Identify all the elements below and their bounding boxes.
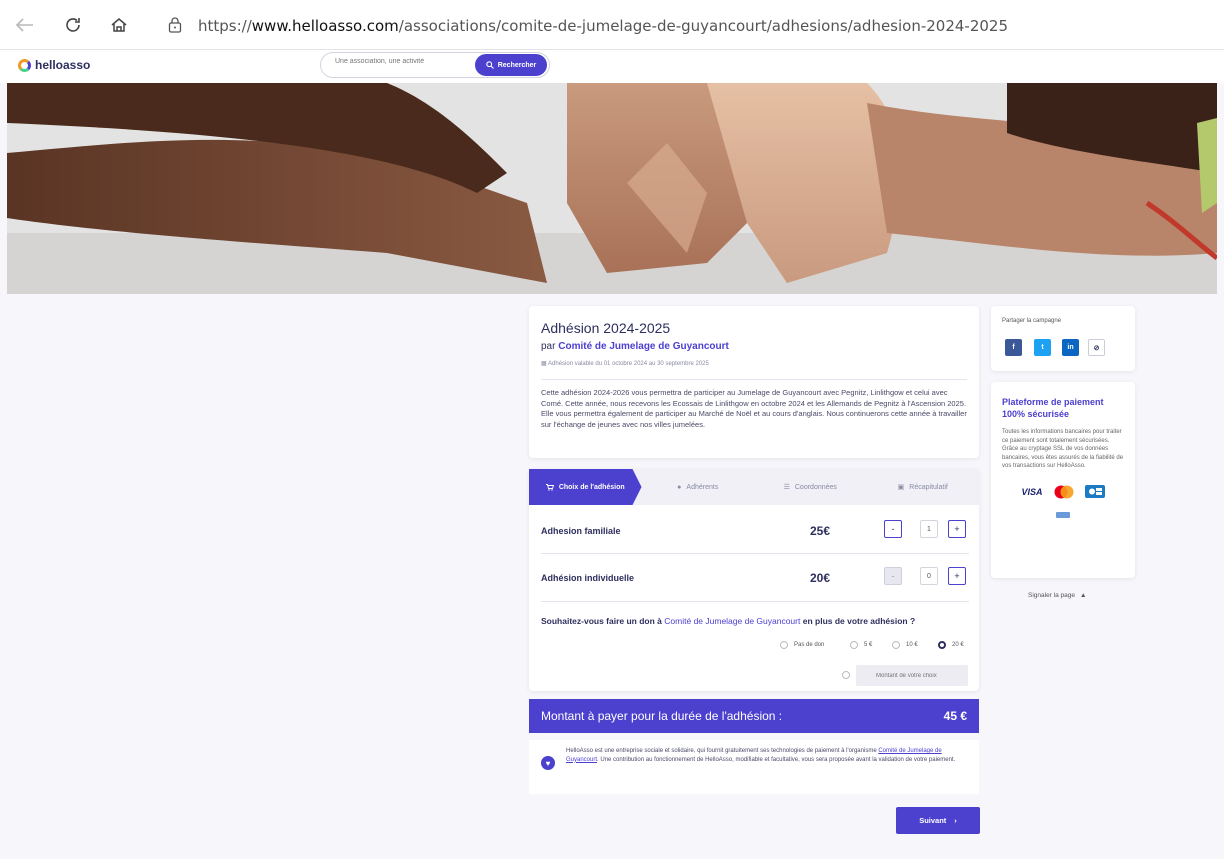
step-details[interactable]: ☰ Coordonnées bbox=[754, 469, 867, 505]
report-label: Signaler la page bbox=[1028, 592, 1075, 599]
radio-label: 20 € bbox=[952, 642, 964, 648]
copy-link-icon[interactable]: ⊘ bbox=[1088, 339, 1105, 356]
increment-button[interactable]: + bbox=[948, 520, 966, 538]
url-text: https://www.helloasso.com/associations/c… bbox=[198, 17, 1009, 35]
cb-card-icon bbox=[1084, 485, 1105, 498]
row-divider bbox=[541, 601, 969, 602]
total-bar: Montant à payer pour la durée de l'adhés… bbox=[529, 699, 979, 733]
step-label: Récapitulatif bbox=[909, 483, 948, 491]
question-suffix: en plus de votre adhésion ? bbox=[802, 616, 916, 626]
donation-option-none[interactable]: Pas de don bbox=[780, 641, 824, 649]
twitter-icon[interactable]: t bbox=[1034, 339, 1051, 356]
organization-link[interactable]: Comité de Jumelage de Guyancourt bbox=[558, 341, 729, 352]
mastercard-icon bbox=[1054, 485, 1073, 498]
divider bbox=[541, 379, 967, 380]
validity-label: Adhésion valable du 01 octobre 2024 au 3… bbox=[548, 361, 709, 367]
question-prefix: Souhaitez-vous faire un don à bbox=[541, 616, 662, 626]
helloasso-logo[interactable]: helloasso bbox=[18, 58, 90, 72]
increment-button[interactable]: + bbox=[948, 567, 966, 585]
info-text-before: HelloAsso est une entreprise sociale et … bbox=[566, 748, 877, 754]
step-members[interactable]: ● Adhérents bbox=[642, 469, 755, 505]
site-header bbox=[0, 50, 1224, 83]
logo-text: helloasso bbox=[35, 58, 91, 72]
search-button-label: Rechercher bbox=[497, 61, 537, 69]
linkedin-icon[interactable]: in bbox=[1062, 339, 1079, 356]
home-icon[interactable] bbox=[106, 12, 132, 38]
secure-title: Plateforme de paiement 100% sécurisée bbox=[1002, 397, 1104, 419]
radio-label: Pas de don bbox=[794, 642, 825, 648]
step-membership-choice[interactable]: Choix de l'adhésion bbox=[529, 469, 642, 505]
calendar-icon: ▦ bbox=[541, 361, 547, 367]
step-label: Coordonnées bbox=[794, 483, 837, 491]
info-text-after: . Une contribution au fonctionnement de … bbox=[597, 756, 956, 763]
donation-option-20[interactable]: 20 € bbox=[938, 641, 964, 649]
step-summary[interactable]: ▣ Récapitulatif bbox=[867, 469, 980, 505]
custom-amount-input[interactable] bbox=[856, 665, 968, 686]
total-label: Montant à payer pour la durée de l'adhés… bbox=[541, 709, 783, 723]
radio-button[interactable] bbox=[850, 641, 858, 649]
step-label: Adhérents bbox=[686, 483, 719, 491]
warning-icon: ▲ bbox=[1079, 592, 1087, 599]
campaign-title: Adhésion 2024-2025 bbox=[541, 320, 671, 336]
radio-button[interactable] bbox=[842, 671, 850, 679]
radio-label: 5 € bbox=[864, 642, 873, 648]
donation-option-10[interactable]: 10 € bbox=[892, 641, 918, 649]
question-org: Comité de Jumelage de Guyancourt bbox=[664, 616, 801, 626]
visa-logo: VISA bbox=[1021, 486, 1043, 497]
option-label-individual: Adhésion individuelle bbox=[541, 573, 635, 583]
quantity-value[interactable]: 1 bbox=[920, 520, 938, 538]
secure-payment-card: Plateforme de paiement 100% sécurisée To… bbox=[991, 382, 1135, 578]
payment-logos: VISA bbox=[1002, 485, 1124, 499]
list-icon: ☰ bbox=[783, 484, 790, 491]
radio-button-selected[interactable] bbox=[938, 641, 946, 649]
logo-ring-icon bbox=[18, 58, 31, 72]
campaign-organizer: par Comité de Jumelage de Guyancourt bbox=[541, 341, 967, 352]
campaign-description: Cette adhésion 2024-2026 vous permettra … bbox=[541, 388, 967, 429]
summary-icon: ▣ bbox=[897, 484, 905, 491]
facebook-icon[interactable]: f bbox=[1005, 339, 1022, 356]
option-price-individual: 20€ bbox=[810, 571, 831, 585]
chevron-right-icon: › bbox=[954, 816, 957, 825]
radio-label: 10 € bbox=[906, 642, 918, 648]
next-button-label: Suivant bbox=[919, 816, 947, 825]
validity-text: ▦ Adhésion valable du 01 octobre 2024 au… bbox=[541, 360, 967, 367]
secure-text: Toutes les informations bancaires pour t… bbox=[1002, 429, 1124, 469]
reload-icon[interactable] bbox=[60, 12, 86, 38]
donation-option-custom[interactable] bbox=[842, 671, 850, 679]
next-button[interactable]: Suivant › bbox=[896, 807, 980, 834]
hero-image bbox=[7, 83, 1217, 294]
radio-button[interactable] bbox=[780, 641, 788, 649]
search-input[interactable] bbox=[335, 58, 475, 65]
search-icon bbox=[485, 61, 494, 69]
quantity-value[interactable]: 0 bbox=[920, 567, 938, 585]
cart-icon bbox=[545, 483, 554, 491]
decrement-button[interactable]: - bbox=[884, 520, 902, 538]
address-bar[interactable]: https://www.helloasso.com/associations/c… bbox=[158, 12, 1218, 40]
browser-toolbar: https://www.helloasso.com/associations/c… bbox=[0, 0, 1224, 50]
ssl-badge-icon bbox=[1002, 505, 1124, 523]
donation-option-5[interactable]: 5 € bbox=[850, 641, 872, 649]
checkout-steps: Choix de l'adhésion ● Adhérents ☰ Coordo… bbox=[529, 469, 979, 505]
row-divider bbox=[541, 553, 969, 554]
heart-icon: ♥ bbox=[541, 756, 555, 770]
decrement-button[interactable]: - bbox=[884, 567, 902, 585]
option-label-family: Adhesion familiale bbox=[541, 526, 621, 536]
lock-icon bbox=[168, 17, 182, 33]
campaign-card: Adhésion 2024-2025 par Comité de Jumelag… bbox=[529, 306, 979, 458]
helloasso-info-card: ♥ HelloAsso est une entreprise sociale e… bbox=[529, 740, 979, 794]
radio-button[interactable] bbox=[892, 641, 900, 649]
step-label: Choix de l'adhésion bbox=[558, 483, 625, 491]
share-label: Partager la campagne bbox=[1002, 318, 1062, 324]
search-button[interactable]: Rechercher bbox=[475, 54, 547, 76]
back-icon[interactable] bbox=[12, 12, 38, 38]
donation-question: Souhaitez-vous faire un don à Comité de … bbox=[541, 616, 915, 626]
by-prefix: par bbox=[541, 341, 556, 352]
total-amount: 45 € bbox=[943, 709, 967, 723]
report-page-link[interactable]: Signaler la page ▲ bbox=[1028, 592, 1086, 599]
option-price-family: 25€ bbox=[810, 524, 831, 538]
user-icon: ● bbox=[677, 483, 682, 491]
info-text: HelloAsso est une entreprise sociale et … bbox=[566, 747, 971, 764]
